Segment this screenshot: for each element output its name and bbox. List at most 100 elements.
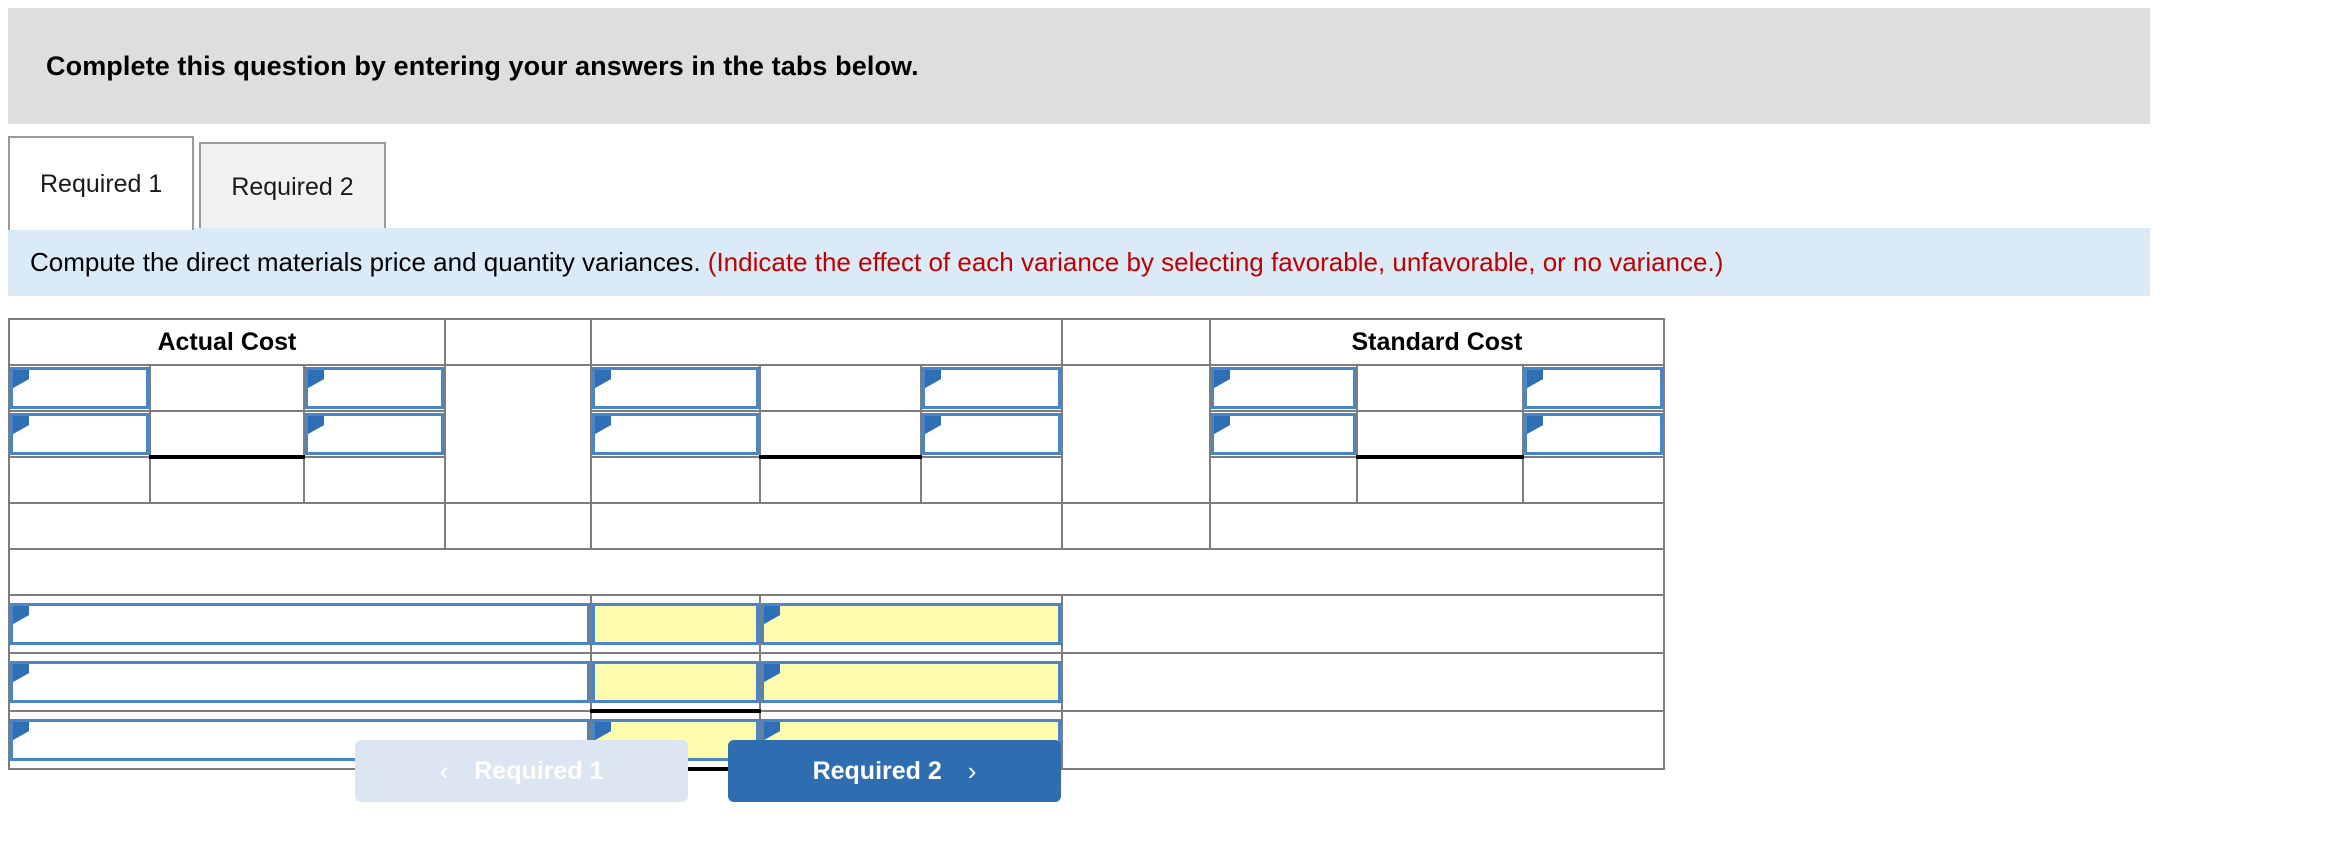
cell-r2c6[interactable] [758,410,923,459]
input-r2c7[interactable] [922,413,1062,455]
cell-r3c2[interactable] [148,456,306,504]
cell-variance-1-spacer [1061,594,1665,654]
header-gap-1 [443,318,593,366]
cell-r1c11[interactable] [1522,364,1665,412]
dropdown-flag-icon [13,722,29,740]
cell-r3c6[interactable] [758,456,923,504]
cell-r2c7[interactable] [920,410,1064,458]
cell-r3c5[interactable] [590,456,761,504]
cell-r4-gap-1[interactable] [443,502,593,550]
cell-r1c7[interactable] [920,364,1064,412]
cell-r1c6[interactable] [758,364,923,412]
cell-r1c5[interactable] [590,364,761,412]
input-r2c9[interactable] [1210,413,1357,455]
input-variance-1-label[interactable] [10,603,591,645]
variance-row-1 [7,594,1665,654]
question-page: Complete this question by entering your … [0,0,2326,844]
cell-r3c3[interactable] [303,456,446,504]
input-r1c3[interactable] [305,367,444,409]
cell-r2c1[interactable] [8,410,151,458]
header-actual-cost: Actual Cost [8,318,446,366]
input-r1c1[interactable] [10,367,149,409]
cell-r2c10[interactable] [1356,410,1525,459]
cell-variance-1-effect[interactable] [758,594,1064,654]
cell-variance-2-amount[interactable] [590,652,761,713]
header-standard-cost: Standard Cost [1208,318,1666,366]
cell-r2c11[interactable] [1522,410,1665,458]
cell-r3c11[interactable] [1522,456,1665,504]
worksheet-row-2 [8,410,1665,459]
input-r2c5[interactable] [592,413,759,455]
cell-r4-mid[interactable] [590,502,1064,550]
cell-r5-full[interactable] [8,548,1665,596]
input-variance-1-effect[interactable] [760,603,1062,645]
input-variance-2-label[interactable] [10,661,591,703]
tab-required-1-label: Required 1 [40,169,163,198]
cell-variance-1-label[interactable] [7,594,593,654]
input-variance-2-amount[interactable] [592,660,759,703]
cell-r4-gap-2[interactable] [1061,502,1211,550]
input-r1c5[interactable] [592,367,759,409]
question-banner: Complete this question by entering your … [8,8,2150,124]
variance-worksheet: Actual Cost Standard Cost [7,318,1666,771]
cell-variance-1-amount[interactable] [590,594,761,654]
dropdown-flag-icon [595,370,612,388]
cell-variance-2-effect[interactable] [758,652,1064,712]
worksheet-row-1 [8,364,1665,504]
dropdown-flag-icon [1527,416,1544,434]
dropdown-flag-icon [13,370,29,388]
cell-r1c2[interactable] [148,364,306,412]
cell-r2c5[interactable] [590,410,761,458]
previous-required-1-button[interactable]: ‹ Required 1 [355,740,688,802]
cell-r1c10[interactable] [1356,364,1525,412]
instruction-main: Compute the direct materials price and q… [30,246,701,277]
dropdown-flag-icon [925,370,942,388]
input-r1c9[interactable] [1210,367,1357,409]
header-gap-2 [1061,318,1211,366]
cell-r3c7[interactable] [920,456,1064,504]
dropdown-flag-icon [1213,416,1230,434]
input-r2c1[interactable] [10,413,149,455]
dropdown-flag-icon [925,416,942,434]
next-required-2-button[interactable]: Required 2 › [728,740,1061,802]
wizard-navigation: ‹ Required 1 Required 2 › [8,740,1408,802]
previous-button-label: Required 1 [474,756,604,785]
cell-variance-2-label[interactable] [7,652,593,712]
dropdown-flag-icon [763,722,780,740]
dropdown-flag-icon [763,606,780,624]
dropdown-flag-icon [13,664,29,682]
tab-required-1[interactable]: Required 1 [8,136,195,230]
instruction-hint: (Indicate the effect of each variance by… [707,246,1724,277]
cell-r2c2[interactable] [148,410,306,459]
gap-col-2 [1061,364,1211,504]
cell-r1c3[interactable] [303,364,446,412]
worksheet-row-4 [8,502,1666,550]
worksheet-row-5 [8,548,1665,596]
tab-strip: Required 1 Required 2 [8,134,2150,230]
input-r2c11[interactable] [1524,413,1663,455]
input-variance-2-effect[interactable] [760,661,1062,703]
input-variance-1-amount[interactable] [592,603,759,645]
dropdown-flag-icon [1527,370,1544,388]
cell-r4-right[interactable] [1208,502,1666,550]
cell-r3c1[interactable] [8,456,151,504]
tab-required-2-label: Required 2 [231,172,354,201]
cell-r1c1[interactable] [8,364,151,412]
input-r1c11[interactable] [1524,367,1663,409]
cell-r1c9[interactable] [1208,364,1359,412]
input-r1c7[interactable] [922,367,1062,409]
cell-variance-2-spacer [1061,652,1665,712]
chevron-left-icon: ‹ [439,755,449,786]
cell-r3c9[interactable] [1208,456,1359,504]
input-r2c3[interactable] [305,413,444,455]
tab-required-2[interactable]: Required 2 [199,142,386,230]
dropdown-flag-icon [13,606,29,624]
cell-r2c9[interactable] [1208,410,1359,458]
worksheet-header-row: Actual Cost Standard Cost [8,318,1666,366]
cell-r2c3[interactable] [303,410,446,458]
cell-r4-left[interactable] [8,502,446,550]
banner-text: Complete this question by entering your … [46,50,919,81]
cell-r3c10[interactable] [1356,456,1525,504]
dropdown-flag-icon [595,416,612,434]
dropdown-flag-icon [308,416,325,434]
